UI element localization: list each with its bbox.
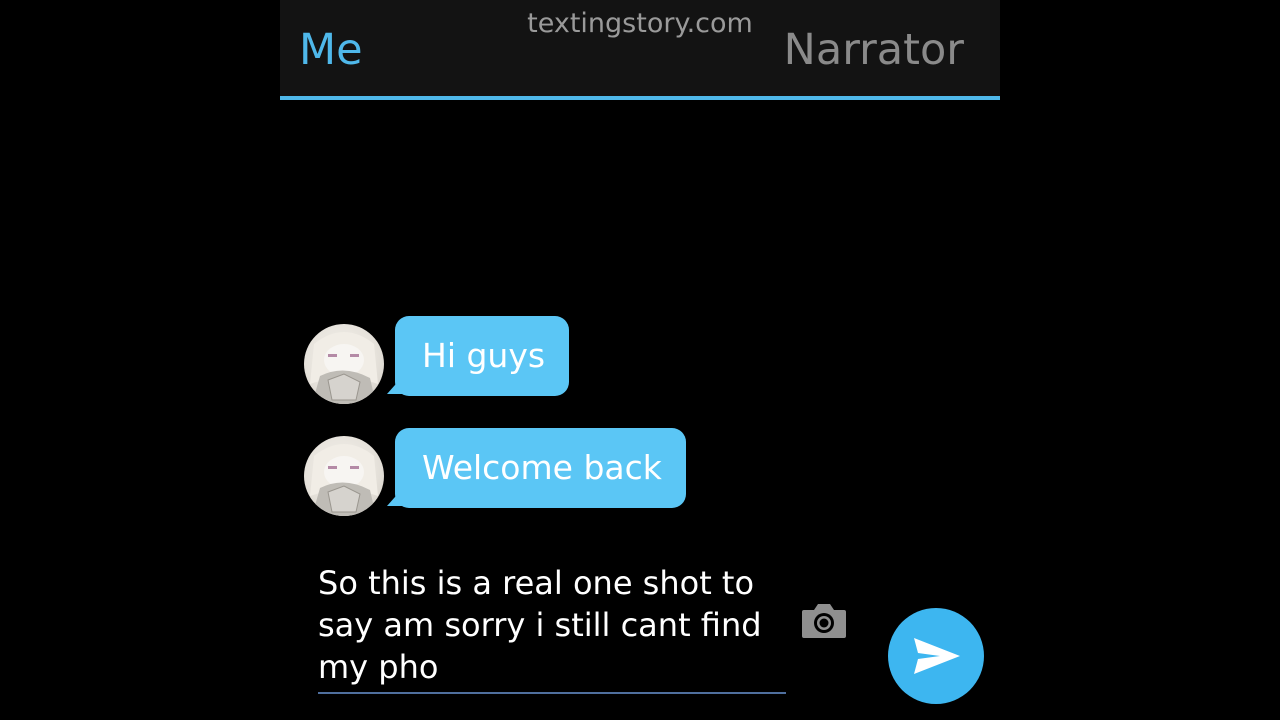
camera-icon[interactable] <box>800 602 848 640</box>
message-bubble[interactable]: Welcome back <box>395 428 686 508</box>
avatar[interactable] <box>304 324 384 404</box>
send-icon <box>914 638 960 674</box>
message-bubble[interactable]: Hi guys <box>395 316 570 396</box>
chat-screen: Me textingstory.com Narrator Hi guys Wel… <box>280 0 1000 720</box>
avatar-image <box>310 444 378 516</box>
avatar[interactable] <box>304 436 384 516</box>
message-input-text[interactable]: So this is a real one shot to say am sor… <box>318 560 786 688</box>
message-input[interactable]: So this is a real one shot to say am sor… <box>318 560 786 694</box>
avatar-image <box>310 332 378 404</box>
header-bar: Me textingstory.com Narrator <box>280 0 1000 100</box>
tab-narrator[interactable]: Narrator <box>784 22 964 78</box>
send-button[interactable] <box>888 608 984 704</box>
